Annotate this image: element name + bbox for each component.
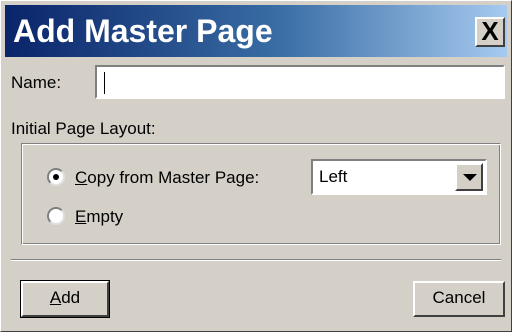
- empty-radio[interactable]: [47, 207, 65, 225]
- add-button[interactable]: Add: [20, 280, 110, 318]
- copy-from-master-mnemonic: C: [75, 168, 88, 187]
- cancel-button[interactable]: Cancel: [413, 281, 505, 317]
- close-icon: X: [481, 16, 499, 46]
- master-page-select[interactable]: Left: [311, 159, 487, 195]
- separator: [11, 259, 501, 261]
- empty-mnemonic: E: [75, 207, 87, 226]
- title-bar[interactable]: Add Master Page X: [5, 5, 507, 57]
- text-caret: [104, 72, 105, 94]
- copy-from-master-radio[interactable]: [47, 168, 65, 186]
- master-page-select-value: Left: [319, 167, 348, 186]
- empty-text: mpty: [86, 207, 124, 226]
- empty-label[interactable]: Empty: [75, 207, 123, 227]
- add-master-page-dialog: Add Master Page X Name: Initial Page Lay…: [0, 0, 512, 332]
- name-label: Name:: [11, 73, 62, 92]
- add-mnemonic: A: [49, 288, 62, 307]
- dialog-title: Add Master Page: [13, 13, 273, 49]
- copy-from-master-text: opy from Master Page:: [87, 168, 260, 187]
- name-input[interactable]: [95, 65, 505, 99]
- close-button[interactable]: X: [475, 17, 505, 47]
- add-button-text: dd: [61, 288, 81, 307]
- chevron-down-icon[interactable]: [455, 163, 483, 191]
- copy-from-master-label[interactable]: Copy from Master Page:: [75, 168, 259, 188]
- initial-page-layout-label: Initial Page Layout:: [11, 119, 156, 138]
